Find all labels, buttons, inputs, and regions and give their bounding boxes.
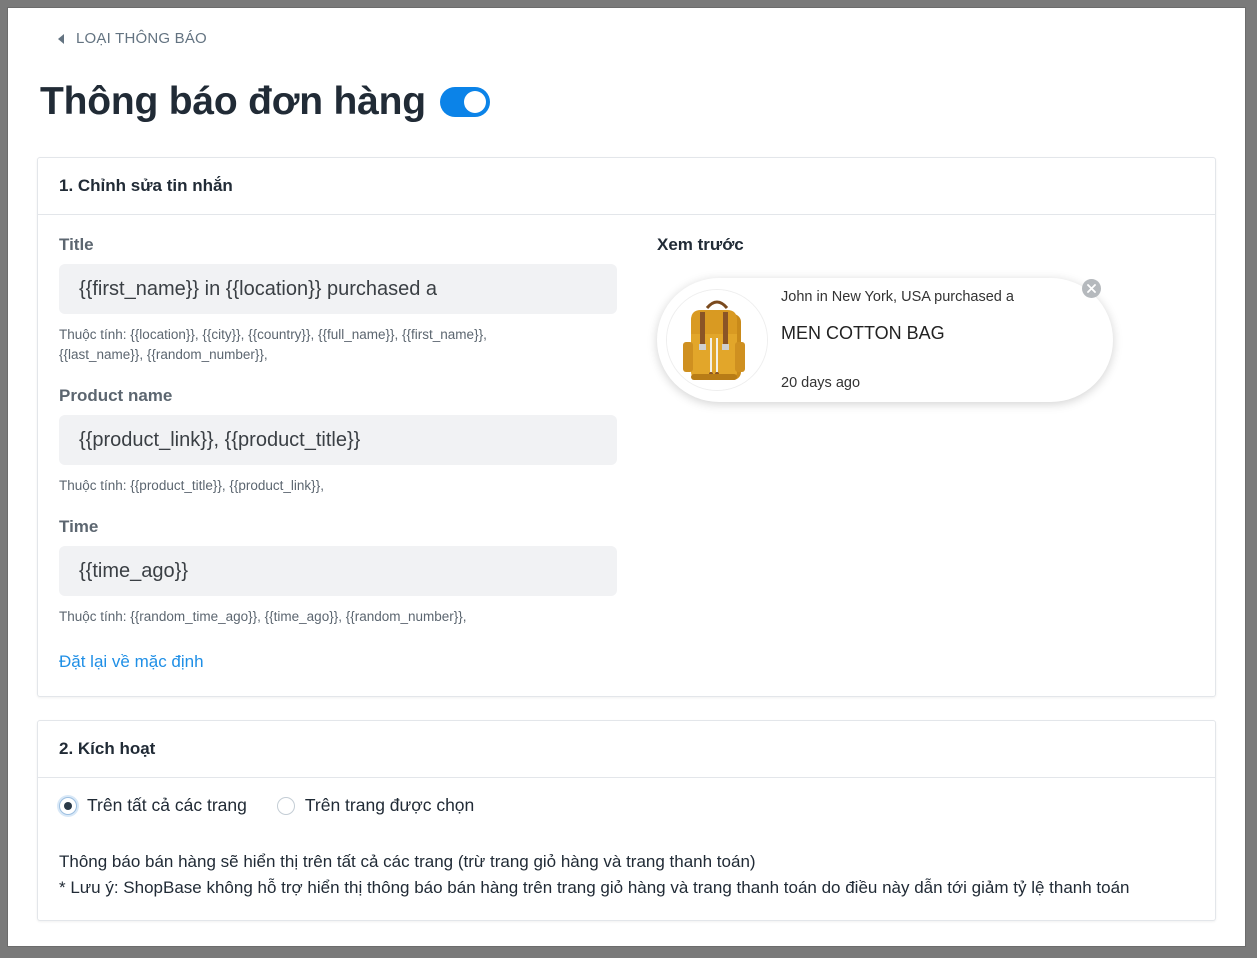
- page-title-row: Thông báo đơn hàng: [40, 80, 490, 124]
- radio-option-selected-pages[interactable]: Trên trang được chọn: [276, 795, 474, 816]
- caret-left-icon: [58, 33, 64, 44]
- activation-header: 2. Kích hoạt: [38, 721, 1215, 778]
- title-input[interactable]: {{first_name}} in {{location}} purchased…: [59, 264, 617, 314]
- preview-line-title: John in New York, USA purchased a: [781, 289, 1014, 305]
- preview-product-name: MEN COTTON BAG: [781, 323, 945, 343]
- preview-time: 20 days ago: [781, 375, 861, 391]
- breadcrumb-label[interactable]: LOẠI THÔNG BÁO: [76, 30, 207, 47]
- title-help-line2: {{last_name}}, {{random_number}},: [59, 347, 268, 362]
- enable-toggle[interactable]: [439, 87, 490, 117]
- product-name-help: Thuộc tính: {{product_title}}, {{product…: [59, 478, 324, 493]
- edit-message-header: 1. Chỉnh sửa tin nhắn: [38, 158, 1215, 215]
- activation-note: Thông báo bán hàng sẽ hiển thị trên tất …: [59, 849, 1130, 901]
- activation-card: 2. Kích hoạt Trên tất cả các trang Trên …: [37, 720, 1216, 921]
- product-name-input[interactable]: {{product_link}}, {{product_title}}: [59, 415, 617, 465]
- time-help: Thuộc tính: {{random_time_ago}}, {{time_…: [59, 609, 467, 624]
- display-scope-radio-group: Trên tất cả các trang Trên trang được ch…: [59, 795, 504, 816]
- title-label: Title: [59, 235, 94, 254]
- product-name-label: Product name: [59, 386, 173, 405]
- time-input[interactable]: {{time_ago}}: [59, 546, 617, 596]
- time-label: Time: [59, 517, 99, 536]
- radio-all-pages[interactable]: [59, 796, 77, 815]
- close-icon[interactable]: [1082, 279, 1101, 298]
- radio-all-pages-label[interactable]: Trên tất cả các trang: [87, 795, 247, 816]
- edit-message-card: 1. Chỉnh sửa tin nhắn Title {{first_name…: [37, 157, 1216, 697]
- radio-selected-pages-label[interactable]: Trên trang được chọn: [305, 795, 474, 816]
- activation-note-line1: Thông báo bán hàng sẽ hiển thị trên tất …: [59, 852, 756, 871]
- reset-default-link[interactable]: Đặt lại về mặc định: [59, 652, 204, 672]
- activation-note-line2: * Lưu ý: ShopBase không hỗ trợ hiển thị …: [59, 878, 1130, 897]
- breadcrumb[interactable]: LOẠI THÔNG BÁO: [58, 30, 207, 47]
- title-help: Thuộc tính: {{location}}, {{city}}, {{co…: [59, 325, 579, 365]
- notification-preview: John in New York, USA purchased a MEN CO…: [657, 278, 1113, 402]
- title-help-line1: Thuộc tính: {{location}}, {{city}}, {{co…: [59, 327, 487, 342]
- page-title: Thông báo đơn hàng: [40, 80, 426, 123]
- radio-selected-pages[interactable]: [276, 796, 295, 815]
- preview-label: Xem trước: [657, 235, 744, 254]
- radio-option-all-pages[interactable]: Trên tất cả các trang: [59, 795, 247, 816]
- app-window: LOẠI THÔNG BÁO Thông báo đơn hàng 1. Chỉ…: [8, 8, 1245, 946]
- toggle-knob: [463, 91, 486, 113]
- backpack-image: [667, 290, 767, 390]
